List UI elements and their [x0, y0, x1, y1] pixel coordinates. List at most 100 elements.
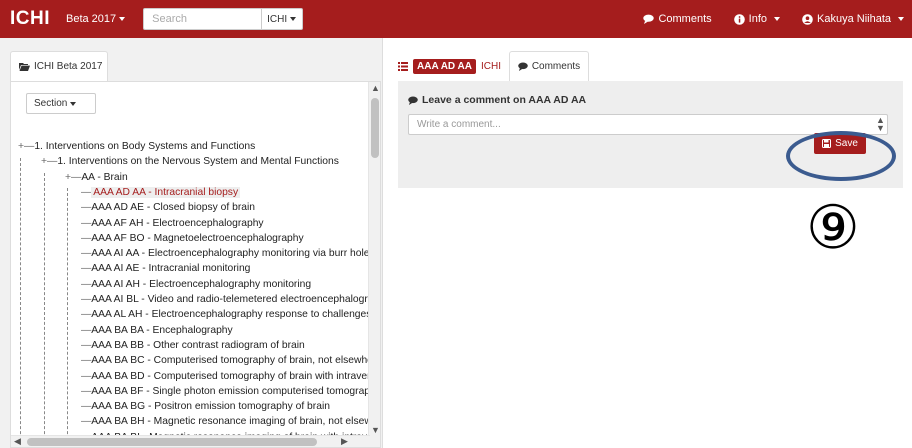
- tab-ichi-tree[interactable]: ICHI Beta 2017: [10, 51, 108, 81]
- scroll-right-icon[interactable]: ▶: [341, 436, 348, 447]
- tree-leaf[interactable]: — AAA AD AA - Intracranial biopsy: [81, 185, 241, 200]
- nav-user-dropdown[interactable]: Kakuya Niihata: [802, 13, 904, 25]
- search-input[interactable]: [143, 8, 262, 30]
- tree-connector: —: [81, 385, 92, 397]
- tree-connector: —: [81, 339, 92, 351]
- tree-connector: —: [81, 263, 92, 275]
- tree-connector: —: [81, 278, 92, 290]
- tree-leaf[interactable]: —AAA AI AH - Electroencephalography moni…: [81, 277, 311, 292]
- chevron-down-icon: [70, 101, 77, 106]
- search-group: ICHI: [143, 8, 304, 30]
- tree-node[interactable]: +—AA - Brain: [65, 170, 128, 185]
- tree-item-label: AAA BA BC - Computerised tomography of b…: [91, 355, 381, 367]
- tab-code-detail[interactable]: AAA AD AA ICHI: [398, 58, 509, 74]
- tree-connector: —: [81, 324, 92, 336]
- comment-icon: [408, 96, 418, 105]
- tree-connector: —: [81, 309, 92, 321]
- tree-leaf[interactable]: —AAA AD AE - Closed biopsy of brain: [81, 200, 255, 215]
- version-label: Beta 2017: [66, 13, 117, 25]
- tree-leaf[interactable]: —AAA BA BB - Other contrast radiogram of…: [81, 338, 305, 353]
- chevron-down-icon: [290, 17, 297, 21]
- tab-comments[interactable]: Comments: [509, 51, 589, 81]
- tree-item-label: AAA AD AE - Closed biopsy of brain: [91, 202, 255, 214]
- textarea-resize-arrows-icon[interactable]: ▲ ▼: [876, 116, 885, 133]
- right-pane: AAA AD AA ICHI Comments Leave a comment …: [384, 38, 912, 448]
- tree-leaf[interactable]: —AAA AI BL - Video and radio-telemetered…: [81, 292, 381, 307]
- tree-item-label: 1. Interventions on Body Systems and Fun…: [34, 141, 256, 152]
- nav-user-label: Kakuya Niihata: [817, 13, 891, 25]
- tree-leaf[interactable]: —AAA AI AE - Intracranial monitoring: [81, 261, 250, 276]
- tree-vertical-scroll-thumb[interactable]: [371, 98, 379, 158]
- expand-toggle-icon[interactable]: +—: [41, 156, 57, 167]
- folder-open-icon: [19, 63, 30, 71]
- left-pane: ICHI Beta 2017 Section +—1. Intervention…: [0, 38, 383, 448]
- tree-leaf[interactable]: —AAA BA BG - Positron emission tomograph…: [81, 399, 330, 414]
- tree-connector: —: [81, 355, 92, 367]
- tree-connector: —: [81, 294, 92, 305]
- nav-comments-link[interactable]: Comments: [643, 13, 712, 25]
- tree-vertical-scrollbar[interactable]: ▲ ▼: [368, 82, 380, 447]
- tree-leaf[interactable]: —AAA BA BA - Encephalography: [81, 323, 233, 338]
- tree-leaf[interactable]: —AAA BA BF - Single photon emission comp…: [81, 384, 380, 399]
- nav-info-label: Info: [748, 13, 767, 25]
- comment-title: Leave a comment on AAA AD AA: [408, 94, 586, 106]
- tree-leaf[interactable]: —AAA AL AH - Electroencephalography resp…: [81, 307, 371, 322]
- tree-item-label: AA - Brain: [81, 171, 128, 183]
- tree-node[interactable]: +—1. Interventions on Body Systems and F…: [18, 139, 255, 154]
- navbar-right: Comments Info Kakuya Niihata: [643, 13, 904, 25]
- tab-ichi-tree-label: ICHI Beta 2017: [34, 61, 103, 72]
- tree-leaf[interactable]: —AAA BA BD - Computerised tomography of …: [81, 369, 380, 384]
- comment-textarea[interactable]: [408, 114, 888, 135]
- tree-leaf[interactable]: —AAA AI AA - Electroencephalography moni…: [81, 246, 375, 261]
- tree-guide-line: [20, 158, 21, 447]
- top-navbar: ICHI Beta 2017 ICHI Comments Info Kakuya…: [0, 0, 912, 38]
- tree-item-label: AAA BA BB - Other contrast radiogram of …: [91, 339, 305, 351]
- comments-icon: [518, 62, 528, 71]
- list-icon: [398, 61, 408, 71]
- tree-guide-line: [44, 173, 45, 447]
- tree-item-label: AAA AL AH - Electroencephalography respo…: [91, 309, 372, 321]
- brand-logo[interactable]: ICHI: [10, 8, 50, 30]
- tree-guide-line: [67, 188, 68, 447]
- expand-toggle-icon[interactable]: +—: [65, 172, 81, 183]
- highlight-ring: [786, 131, 896, 181]
- section-dropdown-label: Section: [34, 98, 68, 109]
- tree-connector: —: [81, 186, 92, 198]
- tree-leaf[interactable]: —AAA AF AH - Electroencephalography: [81, 216, 264, 231]
- nav-comments-label: Comments: [658, 13, 712, 25]
- tree-item-label: AAA AD AA - Intracranial biopsy: [91, 186, 241, 198]
- tree-connector: —: [81, 217, 92, 229]
- chevron-down-icon: [119, 17, 126, 22]
- info-icon: [733, 13, 745, 25]
- tree-item-label: AAA AF AH - Electroencephalography: [91, 217, 264, 229]
- nav-info-dropdown[interactable]: Info: [733, 13, 780, 25]
- tree-horizontal-scrollbar[interactable]: ◀ ▶: [11, 435, 370, 447]
- tree-leaf[interactable]: —AAA BA BC - Computerised tomography of …: [81, 353, 381, 368]
- tree-connector: —: [81, 370, 92, 382]
- code-classification-label: ICHI: [481, 60, 501, 72]
- chevron-down-icon: [774, 17, 780, 21]
- tree-item-label: AAA AI BL - Video and radio-telemetered …: [91, 294, 381, 305]
- version-dropdown[interactable]: Beta 2017: [66, 13, 126, 25]
- tree-node[interactable]: +—1. Interventions on the Nervous System…: [41, 154, 339, 169]
- tree-connector: —: [81, 232, 92, 244]
- tree-leaf[interactable]: —AAA BA BH - Magnetic resonance imaging …: [81, 414, 380, 429]
- code-badge: AAA AD AA: [413, 58, 476, 74]
- search-scope-dropdown[interactable]: ICHI: [261, 8, 304, 30]
- tree-connector: —: [81, 416, 92, 428]
- tree-horizontal-scroll-thumb[interactable]: [27, 438, 317, 446]
- expand-toggle-icon[interactable]: +—: [18, 141, 34, 152]
- tree-item-label: AAA AF BO - Magnetoelectroencephalograph…: [91, 232, 304, 244]
- step-number-annotation: ⑨: [806, 193, 860, 263]
- search-scope-label: ICHI: [267, 13, 288, 25]
- tree-leaf[interactable]: —AAA AF BO - Magnetoelectroencephalograp…: [81, 231, 304, 246]
- comments-icon: [643, 14, 655, 24]
- scroll-up-icon[interactable]: ▲: [371, 83, 380, 93]
- scroll-down-icon[interactable]: ▼: [371, 425, 380, 435]
- tree-item-label: AAA AI AE - Intracranial monitoring: [91, 263, 251, 275]
- user-icon: [802, 13, 813, 25]
- scroll-left-icon[interactable]: ◀: [14, 436, 21, 447]
- tree-item-label: 1. Interventions on the Nervous System a…: [57, 156, 339, 168]
- tree-connector: —: [81, 202, 92, 214]
- section-dropdown[interactable]: Section: [26, 93, 96, 114]
